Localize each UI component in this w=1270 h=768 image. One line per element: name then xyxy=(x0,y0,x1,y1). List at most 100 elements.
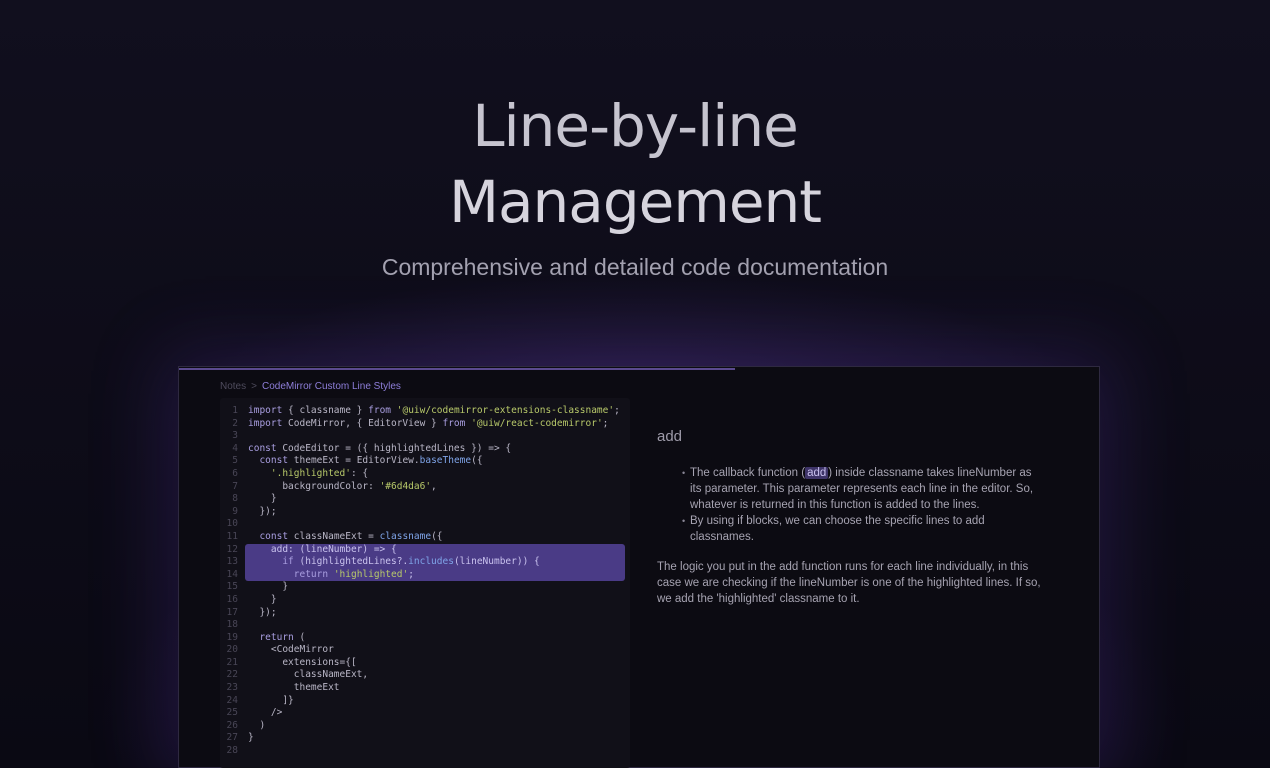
code-line[interactable]: 5 const themeExt = EditorView.baseTheme(… xyxy=(220,455,630,468)
line-number: 16 xyxy=(226,593,238,605)
code-line[interactable]: 19 return ( xyxy=(220,632,630,645)
line-number: 5 xyxy=(232,455,238,467)
line-number: 1 xyxy=(232,405,238,416)
progress-accent-line xyxy=(179,368,735,370)
code-text: add: (lineNumber) => { xyxy=(248,543,397,555)
line-number: 10 xyxy=(226,518,238,530)
list-item: By using if blocks, we can choose the sp… xyxy=(682,513,1042,545)
code-text: }); xyxy=(248,606,277,618)
code-line[interactable]: 4 const CodeEditor = ({ highlightedLines … xyxy=(220,443,630,456)
line-number: 18 xyxy=(226,619,238,631)
line-number: 20 xyxy=(226,644,238,656)
line-number: 8 xyxy=(232,493,238,505)
code-text: import CodeMirror, { EditorView } from '… xyxy=(248,417,609,429)
code-text: const themeExt = EditorView.baseTheme({ xyxy=(259,455,483,467)
code-line[interactable]: 25 /> xyxy=(220,707,630,720)
code-text: backgroundColor: '#6d4da6', xyxy=(248,480,437,492)
app-preview-window: Notes > CodeMirror Custom Line Styles 1 imp… xyxy=(178,366,1100,768)
inline-code-add: add xyxy=(805,467,829,479)
code-text: const CodeEditor = ({ highlightedLines }… xyxy=(248,442,512,454)
code-text: <CodeMirror xyxy=(248,644,334,656)
line-number: 24 xyxy=(226,694,238,706)
code-line[interactable]: 22 classNameExt, xyxy=(220,669,630,682)
code-line[interactable]: 3 xyxy=(220,430,630,443)
code-line[interactable]: 11 const classNameExt = classname({ xyxy=(220,531,630,544)
notes-paragraph: The logic you put in the add function ru… xyxy=(657,561,1041,605)
bullet1-text-start: The callback function ( xyxy=(690,467,806,479)
line-number: 9 xyxy=(232,505,238,517)
code-text: return ( xyxy=(259,631,306,643)
line-number: 3 xyxy=(232,430,238,442)
line-number: 22 xyxy=(226,669,238,681)
code-line[interactable]: 6 '.highlighted': { xyxy=(220,468,630,481)
breadcrumb-root[interactable]: Notes xyxy=(220,381,246,392)
code-text: }); xyxy=(248,505,277,517)
line-number: 6 xyxy=(232,467,238,479)
line-number: 26 xyxy=(226,719,238,731)
notes-bullet-list: The callback function (add) inside class… xyxy=(657,465,1042,545)
line-number: 13 xyxy=(226,556,238,568)
line-number: 17 xyxy=(226,606,238,618)
line-number: 2 xyxy=(232,417,238,429)
line-number: 14 xyxy=(226,568,238,580)
code-text: import { classname } from '@uiw/codemirr… xyxy=(248,405,620,416)
code-text: } xyxy=(248,593,277,605)
hero-subtitle: Comprehensive and detailed code document… xyxy=(381,254,889,280)
line-number: 19 xyxy=(226,631,238,643)
code-line[interactable]: 20 <CodeMirror xyxy=(220,644,630,657)
line-number: 28 xyxy=(226,745,238,757)
code-line[interactable]: 9 }); xyxy=(220,506,630,519)
code-line[interactable]: 13 if (highlightedLines?.includes(lineNu… xyxy=(220,556,630,569)
code-text: ) xyxy=(248,719,266,731)
code-line[interactable]: 2 import CodeMirror, { EditorView } from … xyxy=(220,418,630,431)
hero-title-line2: Management xyxy=(448,168,822,236)
breadcrumb-separator-icon: > xyxy=(251,381,257,392)
code-text: classNameExt, xyxy=(248,669,369,681)
list-item: The callback function (add) inside class… xyxy=(682,465,1042,513)
code-line[interactable]: 10 xyxy=(220,518,630,531)
code-line[interactable]: 26 ) xyxy=(220,720,630,733)
code-text: } xyxy=(248,493,277,505)
code-text: } xyxy=(248,581,289,593)
breadcrumb: Notes > CodeMirror Custom Line Styles xyxy=(220,381,401,392)
line-number: 21 xyxy=(226,656,238,668)
code-editor[interactable]: 1 import { classname } from '@uiw/codemir… xyxy=(220,398,630,768)
line-number: 7 xyxy=(232,480,238,492)
code-line[interactable]: 18 xyxy=(220,619,630,632)
code-line[interactable]: 28 xyxy=(220,745,630,758)
code-line[interactable]: 15 } xyxy=(220,581,630,594)
code-text: ]} xyxy=(248,694,294,706)
code-line[interactable]: 14 return 'highlighted'; xyxy=(220,568,630,582)
code-line[interactable]: 7 backgroundColor: '#6d4da6', xyxy=(220,481,630,494)
code-text: if (highlightedLines?.includes(lineNumbe… xyxy=(282,556,540,568)
code-lines: 1 import { classname } from '@uiw/codemir… xyxy=(220,405,630,758)
code-text: /> xyxy=(248,707,283,719)
code-line[interactable]: 24 ]} xyxy=(220,695,630,708)
line-number: 25 xyxy=(226,707,238,719)
code-text: return 'highlighted'; xyxy=(293,568,414,580)
code-line[interactable]: 27} xyxy=(220,732,630,745)
line-number: 27 xyxy=(226,732,238,744)
line-number: 12 xyxy=(226,543,238,555)
line-number: 15 xyxy=(226,581,238,593)
code-text: const classNameExt = classname({ xyxy=(259,530,443,542)
code-line[interactable]: 1 import { classname } from '@uiw/codemir… xyxy=(220,405,630,418)
notes-panel: add The callback function (add) inside c… xyxy=(657,429,1042,607)
code-line[interactable]: 21 extensions={[ xyxy=(220,657,630,670)
code-line[interactable]: 17 }); xyxy=(220,607,630,620)
hero-title-line1: Line-by-line xyxy=(472,92,799,160)
code-line[interactable]: 23 themeExt xyxy=(220,682,630,695)
code-text: } xyxy=(248,732,254,744)
code-text: themeExt xyxy=(248,682,340,694)
code-text: extensions={[ xyxy=(248,656,357,668)
hero-title: Line-by-line Management xyxy=(0,88,1270,240)
code-line[interactable]: 12 add: (lineNumber) => { xyxy=(220,543,630,557)
line-number: 4 xyxy=(232,442,238,454)
breadcrumb-current[interactable]: CodeMirror Custom Line Styles xyxy=(262,381,401,392)
line-number: 11 xyxy=(226,530,238,542)
code-line[interactable]: 16 } xyxy=(220,594,630,607)
code-line[interactable]: 8 } xyxy=(220,493,630,506)
line-number: 23 xyxy=(226,682,238,694)
notes-heading: add xyxy=(657,428,683,445)
code-text: '.highlighted': { xyxy=(270,467,369,479)
